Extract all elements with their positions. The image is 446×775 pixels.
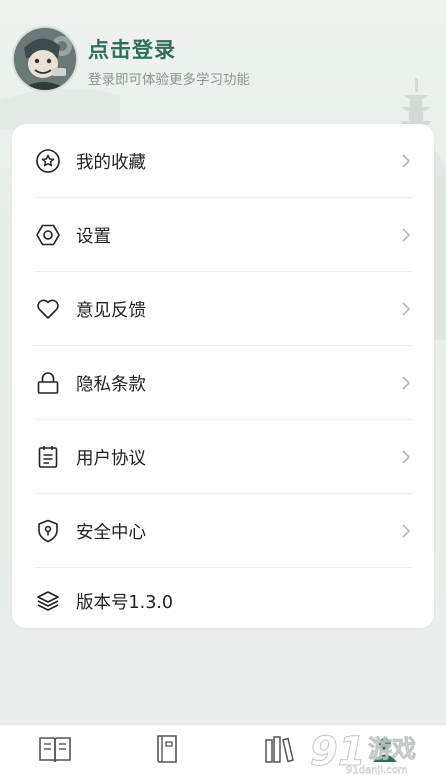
menu-item-feedback[interactable]: 意见反馈	[12, 272, 434, 346]
menu-item-security-center[interactable]: 安全中心	[12, 494, 434, 568]
login-subtitle: 登录即可体验更多学习功能	[88, 72, 250, 88]
tab-library[interactable]	[254, 733, 304, 775]
heart-icon	[37, 299, 59, 319]
login-header[interactable]: 点击登录 登录即可体验更多学习功能	[12, 24, 432, 94]
menu-label: 版本号1.3.0	[76, 592, 174, 613]
bookshelf-icon	[265, 736, 294, 763]
chevron-right-icon	[402, 228, 411, 242]
chevron-right-icon	[402, 154, 411, 168]
login-title[interactable]: 点击登录	[88, 34, 176, 64]
menu-label: 安全中心	[76, 522, 146, 543]
chevron-right-icon	[402, 524, 411, 538]
menu-label: 设置	[76, 226, 111, 247]
star-icon	[36, 149, 60, 173]
hexagon-settings-icon	[36, 224, 60, 246]
menu-label: 隐私条款	[76, 374, 146, 395]
avatar-cartoon-icon	[14, 28, 76, 90]
layers-icon	[37, 591, 59, 611]
document-icon	[38, 446, 58, 468]
menu-card: 我的收藏 设置 意见反馈 隐私条款 用户协议 安全中心 版本号1.3.0	[12, 124, 434, 628]
menu-item-favorites[interactable]: 我的收藏	[12, 124, 434, 198]
chevron-right-icon	[402, 450, 411, 464]
open-book-icon	[39, 737, 71, 763]
menu-label: 意见反馈	[76, 300, 146, 321]
lock-icon	[37, 372, 59, 394]
svg-text:游戏: 游戏	[368, 735, 416, 763]
tab-study[interactable]	[30, 733, 80, 775]
chevron-right-icon	[402, 302, 411, 316]
svg-text:91danji.com: 91danji.com	[346, 765, 408, 775]
menu-label: 我的收藏	[76, 152, 146, 173]
menu-item-settings[interactable]: 设置	[12, 198, 434, 272]
avatar[interactable]	[12, 26, 78, 92]
tab-books[interactable]	[142, 733, 192, 775]
menu-item-user-agreement[interactable]: 用户协议	[12, 420, 434, 494]
watermark-logo: 91 游戏 91danji.com	[310, 729, 417, 775]
chevron-right-icon	[402, 376, 411, 390]
menu-label: 用户协议	[76, 448, 146, 469]
shield-icon	[38, 519, 58, 543]
book-icon	[157, 735, 177, 763]
menu-item-privacy[interactable]: 隐私条款	[12, 346, 434, 420]
menu-item-version: 版本号1.3.0	[12, 564, 434, 638]
